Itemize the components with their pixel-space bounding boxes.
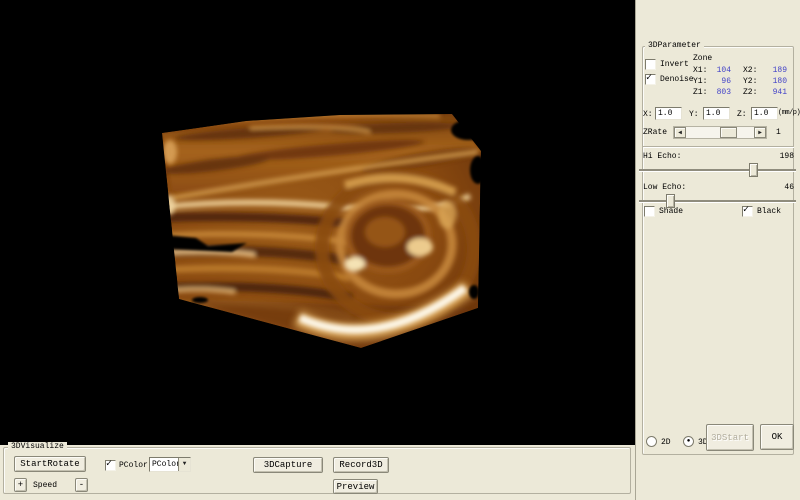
speed-label: Speed	[33, 481, 57, 491]
zone-x1-value: 104	[707, 66, 731, 75]
pcolor-label: PColor	[119, 461, 148, 471]
zone-y2-value: 180	[759, 77, 787, 86]
black-checkbox[interactable]: ✓	[742, 206, 753, 217]
zone-z1-label: Z1:	[693, 88, 707, 97]
denoise-checkbox[interactable]: ✓	[645, 74, 656, 85]
zone-z2-value: 941	[759, 88, 787, 97]
y-scale-input[interactable]	[703, 107, 730, 120]
hi-echo-slider-thumb[interactable]	[749, 163, 758, 177]
x-scale-input[interactable]	[655, 107, 682, 120]
parameter-panel: 3DParameter Invert ✓ Denoise Zone X1: 10…	[635, 0, 800, 500]
3d-viewport[interactable]	[0, 0, 635, 445]
black-checkmark: ✓	[743, 205, 749, 216]
zrate-value: 1	[776, 128, 781, 138]
speed-plus-button[interactable]: +	[14, 478, 27, 492]
3dcapture-button[interactable]: 3DCapture	[253, 457, 323, 473]
speed-minus-button[interactable]: -	[75, 478, 88, 492]
zone-row-x: X1: 104 X2: 189	[693, 66, 789, 75]
zone-z2-label: Z2:	[743, 88, 757, 97]
zone-y2-label: Y2:	[743, 77, 757, 86]
zrate-scrollbar-thumb[interactable]	[720, 127, 737, 138]
zone-x2-label: X2:	[743, 66, 757, 75]
z-scale-label: Z:	[737, 110, 747, 120]
low-echo-slider-thumb[interactable]	[666, 194, 675, 208]
pcolor-dropdown-value: PColor	[152, 460, 181, 469]
mode-3d-radio-dot: ●	[685, 435, 692, 446]
denoise-label: Denoise	[660, 75, 694, 85]
zrate-label: ZRate	[643, 128, 667, 138]
zrate-scroll-right-icon[interactable]: ▶	[754, 127, 766, 138]
preview-button[interactable]: Preview	[333, 479, 378, 494]
hi-echo-value: 198	[751, 152, 794, 162]
pcolor-dropdown-arrow-icon[interactable]: ▼	[178, 458, 190, 471]
start-rotate-button[interactable]: StartRotate	[14, 456, 86, 472]
pcolor-checkbox[interactable]: ✓	[105, 460, 116, 471]
invert-label: Invert	[660, 60, 689, 70]
zone-y1-value: 96	[707, 77, 731, 86]
pcolor-dropdown[interactable]: PColor ▼	[149, 457, 191, 472]
zone-row-y: Y1: 96 Y2: 180	[693, 77, 789, 86]
hi-echo-label: Hi Echo:	[643, 152, 681, 162]
zone-z1-value: 803	[707, 88, 731, 97]
separator-line	[643, 146, 794, 148]
parameter-group-title: 3DParameter	[645, 41, 704, 51]
ok-button[interactable]: OK	[760, 424, 794, 450]
hi-echo-slider-track[interactable]	[639, 169, 796, 171]
mode-2d-label: 2D	[661, 438, 671, 448]
mode-3d-radio[interactable]: ●	[683, 436, 694, 447]
low-echo-slider-track[interactable]	[639, 200, 796, 202]
visualize-group-title: 3DVisualize	[8, 442, 67, 452]
zone-x2-value: 189	[759, 66, 787, 75]
shade-label: Shade	[659, 207, 683, 217]
y-scale-label: Y:	[689, 110, 699, 120]
z-scale-input[interactable]	[751, 107, 778, 120]
zone-x1-label: X1:	[693, 66, 707, 75]
low-echo-label: Low Echo:	[643, 183, 686, 193]
zone-label: Zone	[693, 54, 712, 64]
ultrasound-volume	[0, 0, 635, 445]
shade-checkbox[interactable]	[644, 206, 655, 217]
zone-y1-label: Y1:	[693, 77, 707, 86]
low-echo-value: 46	[751, 183, 794, 193]
record3d-button[interactable]: Record3D	[333, 457, 389, 473]
zone-row-z: Z1: 803 Z2: 941	[693, 88, 789, 97]
3dstart-button[interactable]: 3DStart	[706, 424, 754, 451]
scale-unit-label: (mm/p)	[778, 108, 800, 118]
zrate-scroll-left-icon[interactable]: ◀	[674, 127, 686, 138]
black-label: Black	[757, 207, 781, 217]
denoise-checkmark: ✓	[646, 73, 652, 84]
mode-2d-radio[interactable]	[646, 436, 657, 447]
x-scale-label: X:	[643, 110, 653, 120]
visualize-panel: 3DVisualize StartRotate + Speed - ✓ PCol…	[0, 445, 635, 500]
zrate-scrollbar[interactable]: ◀ ▶	[673, 126, 767, 139]
invert-checkbox[interactable]	[645, 59, 656, 70]
pcolor-checkmark: ✓	[106, 459, 112, 470]
